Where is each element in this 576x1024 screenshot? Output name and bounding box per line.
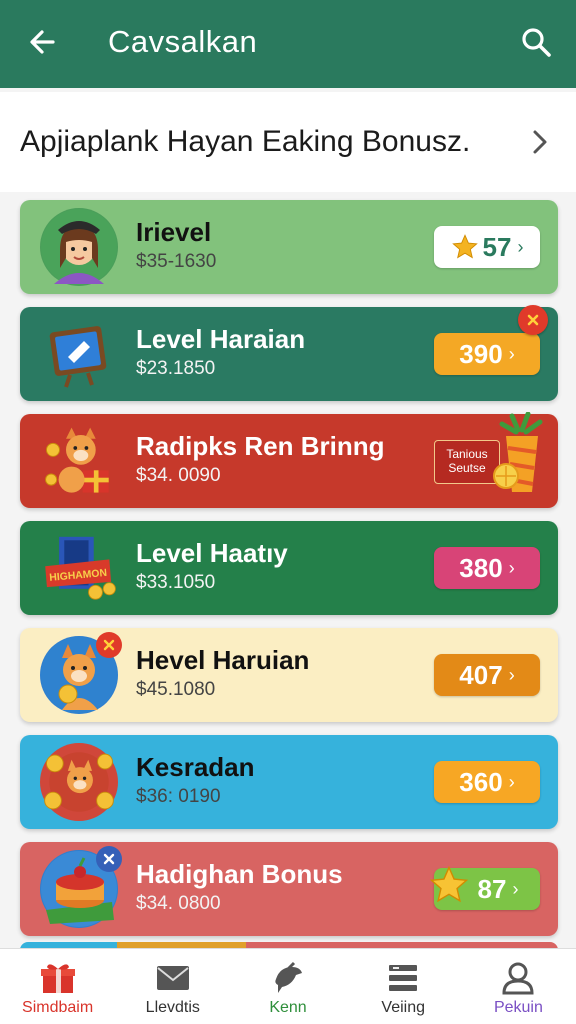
chevron-right-icon[interactable] (526, 124, 554, 160)
value-text: 407 (459, 659, 503, 690)
chevron-right-icon: › (517, 236, 524, 257)
page-title: Cavsalkan (108, 24, 258, 59)
girl-avatar-icon (40, 208, 118, 286)
bottom-nav: Simdbaim Llevdtis Kenn Veiing Pekuin (0, 948, 576, 1024)
nav-label: Veiing (381, 999, 425, 1016)
card-title: Level Haatıy (136, 538, 288, 568)
back-arrow-icon[interactable] (22, 22, 62, 62)
nav-label: Pekuin (493, 999, 543, 1016)
nav-item-veiing[interactable]: Veiing (346, 949, 461, 1024)
bird-icon (268, 961, 308, 995)
chevron-right-icon: › (508, 664, 515, 685)
nav-item-pekuin[interactable]: Pekuin (461, 949, 576, 1024)
drink-icon (488, 411, 554, 502)
search-icon[interactable] (516, 22, 556, 62)
value-button[interactable]: 407 › (434, 654, 540, 696)
nav-label: Kenn (269, 999, 307, 1016)
value-button[interactable]: 360 › (434, 761, 540, 803)
section-header[interactable]: Apjiaplank Hayan Eaking Bonusz. (0, 92, 576, 192)
bonus-card[interactable]: Hevel Haruian $45.1080 407 › (20, 628, 558, 722)
bonus-card[interactable]: Radipks Ren Brinng $34. 0090 Tanious Seu… (20, 411, 558, 508)
value-text: 380 (459, 552, 503, 583)
card-title: Radipks Ren Brinng (136, 431, 385, 461)
value-text: 57 (482, 231, 512, 262)
close-badge-icon[interactable] (518, 305, 548, 335)
bonus-list: Irievel $35-1630 57 › Level Haraian $23.… (20, 200, 558, 949)
card-range: $45.1080 (136, 679, 216, 700)
card-range: $33.1050 (136, 572, 216, 593)
card-range: $34. 0800 (136, 893, 221, 914)
nav-item-llevdtis[interactable]: Llevdtis (115, 949, 230, 1024)
bonus-card[interactable]: Hadighan Bonus $34. 0800 87 › (20, 842, 558, 936)
value-button[interactable]: 380 › (434, 547, 540, 589)
card-range: $36: 0190 (136, 786, 221, 807)
value-text: 87 (477, 873, 507, 904)
list-icon (383, 961, 423, 995)
chevron-right-icon: › (508, 343, 515, 364)
value-button[interactable]: 390 › (434, 333, 540, 375)
card-range: $34. 0090 (136, 465, 221, 486)
highamon-sign-icon: HIGHAMON (40, 529, 118, 607)
chevron-right-icon: › (508, 557, 515, 578)
nav-item-kenn[interactable]: Kenn (230, 949, 345, 1024)
value-text: 360 (459, 766, 503, 797)
bonus-card[interactable]: Irievel $35-1630 57 › (20, 200, 558, 294)
close-badge-icon[interactable] (96, 846, 122, 872)
card-title: Kesradan (136, 752, 255, 782)
cat-coins-icon (40, 743, 118, 821)
nav-item-simdbaim[interactable]: Simdbaim (0, 949, 115, 1024)
nav-label: Llevdtis (145, 999, 200, 1016)
fox-gift-icon (40, 422, 118, 500)
card-range: $23.1850 (136, 358, 216, 379)
mail-icon (153, 961, 193, 995)
card-title: Level Haraian (136, 324, 306, 354)
value-button[interactable]: 57 › (434, 226, 540, 268)
card-range: $35-1630 (136, 251, 217, 272)
bonus-card[interactable]: Level Haraian $23.1850 390 › (20, 305, 558, 401)
chevron-right-icon: › (512, 878, 519, 899)
card-title: Hadighan Bonus (136, 859, 343, 889)
bonus-card[interactable]: HIGHAMON Level Haatıy $33.1050 380 › (20, 521, 558, 615)
gift-icon (38, 961, 78, 995)
star-icon (429, 865, 469, 903)
bonus-card[interactable]: Kesradan $36: 0190 360 › (20, 735, 558, 829)
value-text: 390 (459, 338, 503, 369)
user-icon (498, 961, 538, 995)
close-badge-icon[interactable] (96, 632, 122, 658)
app-bar: Cavsalkan (0, 0, 576, 88)
chevron-right-icon: › (508, 771, 515, 792)
nav-label: Simdbaim (22, 999, 94, 1016)
ticket-board-icon (40, 315, 118, 393)
section-title: Apjiaplank Hayan Eaking Bonusz. (20, 125, 471, 158)
card-title: Hevel Haruian (136, 645, 310, 675)
card-title: Irievel (136, 217, 212, 247)
star-icon (451, 234, 478, 259)
